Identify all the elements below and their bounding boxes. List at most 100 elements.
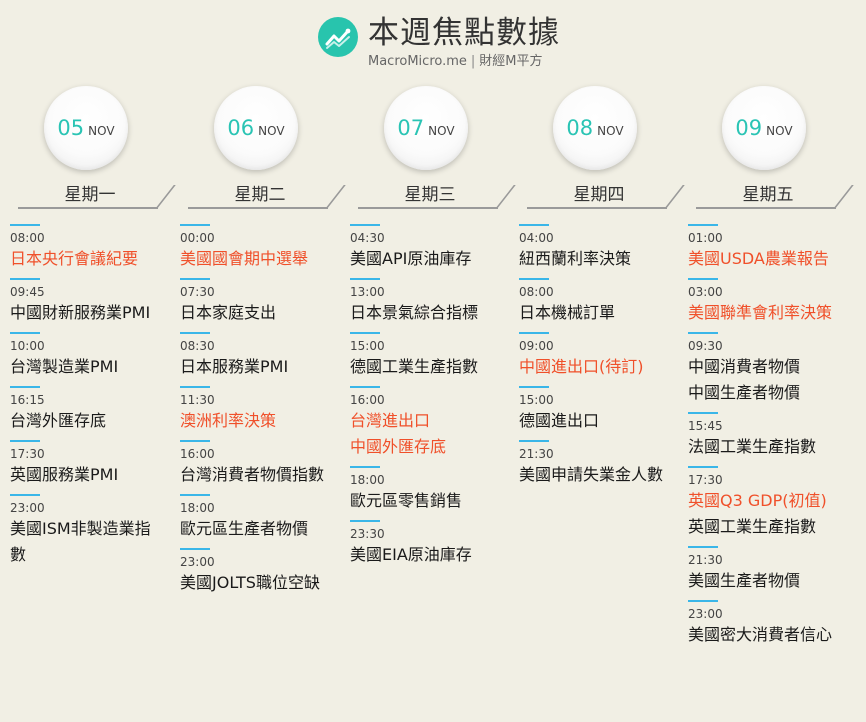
event-divider: [180, 386, 210, 388]
event-time: 01:00: [688, 231, 723, 245]
brand-subtitle: MacroMicro.me | 財經M平方: [368, 54, 543, 70]
event-time: 18:00: [180, 501, 215, 515]
event-name: 英國服務業PMI: [10, 462, 170, 488]
event-name: 澳洲利率決策: [180, 408, 340, 434]
event-name: 美國USDA農業報告: [688, 246, 848, 272]
event-list: 04:00 紐西蘭利率決策 08:00 日本機械訂單 09:00 中國進出口(待訂) 15:…: [519, 224, 679, 494]
event-name-line: 美國JOLTS職位空缺: [180, 573, 320, 592]
event-item: 15:00 德國進出口: [519, 386, 679, 434]
event-divider: [10, 332, 40, 334]
weekday-label: 星期五: [742, 185, 794, 205]
event-time: 03:00: [688, 285, 723, 299]
event-item: 08:00 日本機械訂單: [519, 278, 679, 326]
event-time: 21:30: [688, 553, 723, 567]
event-time: 09:00: [519, 339, 554, 353]
event-name: 美國API原油庫存: [350, 246, 510, 272]
weekday-header: 星期三: [350, 183, 516, 209]
event-divider: [519, 332, 549, 334]
brand-tagline: 財經M平方: [479, 54, 543, 69]
event-name-line: 中國生產者物價: [688, 383, 801, 402]
event-time: 08:30: [180, 339, 215, 353]
event-time: 16:15: [10, 393, 45, 407]
event-item: 23:00 美國ISM非製造業指數: [10, 494, 170, 568]
event-item: 16:00 台灣消費者物價指數: [180, 440, 340, 488]
event-item: 07:30 日本家庭支出: [180, 278, 340, 326]
event-divider: [350, 466, 380, 468]
header: 本週焦點數據 MacroMicro.me | 財經M平方: [0, 12, 866, 74]
event-name-line: 美國聯準會利率決策: [688, 303, 833, 322]
weekday-label: 星期二: [234, 185, 286, 205]
event-name-line: 中國進出口(待訂): [519, 357, 644, 376]
event-divider: [688, 466, 718, 468]
event-name: 中國財新服務業PMI: [10, 300, 170, 326]
event-time: 13:00: [350, 285, 385, 299]
brand-separator: |: [470, 54, 476, 69]
event-name-line: 澳洲利率決策: [180, 411, 277, 430]
event-name: 台灣進出口 中國外匯存底: [350, 408, 510, 460]
event-name: 美國JOLTS職位空缺: [180, 570, 340, 596]
event-name: 歐元區生產者物價: [180, 516, 340, 542]
event-name-line: 英國Q3 GDP(初值): [688, 491, 827, 510]
event-name: 日本服務業PMI: [180, 354, 340, 380]
event-name: 台灣製造業PMI: [10, 354, 170, 380]
event-divider: [350, 520, 380, 522]
event-name-line: 日本機械訂單: [519, 303, 616, 322]
event-name: 台灣外匯存底: [10, 408, 170, 434]
event-name: 日本機械訂單: [519, 300, 679, 326]
event-name-line: 英國服務業PMI: [10, 465, 119, 484]
weekday-header: 星期二: [180, 183, 346, 209]
event-divider: [10, 386, 40, 388]
event-divider: [10, 440, 40, 442]
event-divider: [519, 224, 549, 226]
weekly-calendar: 05 NOV 星期一 08:00 日本央行會議紀要 09:45 中國財新服務業PMI 10:0…: [0, 84, 866, 722]
event-divider: [688, 600, 718, 602]
event-name-line: 日本家庭支出: [180, 303, 277, 322]
event-name-line: 美國生產者物價: [688, 571, 801, 590]
event-time: 16:00: [180, 447, 215, 461]
event-name: 美國申請失業金人數: [519, 462, 679, 488]
event-name: 美國EIA原油庫存: [350, 542, 510, 568]
date-badge: 08 NOV: [553, 86, 637, 170]
event-name-line: 美國USDA農業報告: [688, 249, 829, 268]
event-name-line: 英國工業生產指數: [688, 517, 817, 536]
event-name: 法國工業生產指數: [688, 434, 848, 460]
event-divider: [519, 278, 549, 280]
event-time: 17:30: [688, 473, 723, 487]
event-name: 中國進出口(待訂): [519, 354, 679, 380]
event-divider: [180, 494, 210, 496]
event-name: 美國密大消費者信心: [688, 622, 848, 648]
day-column: 09 NOV 星期五 01:00 美國USDA農業報告 03:00 美國聯準會利率決策 09:…: [678, 84, 854, 722]
event-time: 15:45: [688, 419, 723, 433]
event-name-line: 中國消費者物價: [688, 357, 801, 376]
event-name: 美國ISM非製造業指數: [10, 516, 170, 568]
event-item: 23:00 美國密大消費者信心: [688, 600, 848, 648]
weekday-underline: [527, 207, 667, 209]
event-name: 日本家庭支出: [180, 300, 340, 326]
event-name-line: 台灣消費者物價指數: [180, 465, 325, 484]
date-month: NOV: [428, 124, 455, 138]
weekday-header: 星期四: [519, 183, 685, 209]
event-name-line: 歐元區零售銷售: [350, 491, 463, 510]
event-name-line: 美國密大消費者信心: [688, 625, 833, 644]
event-item: 08:00 日本央行會議紀要: [10, 224, 170, 272]
event-time: 07:30: [180, 285, 215, 299]
event-name-line: 紐西蘭利率決策: [519, 249, 632, 268]
event-item: 09:00 中國進出口(待訂): [519, 332, 679, 380]
weekday-header: 星期一: [10, 183, 176, 209]
event-item: 00:00 美國國會期中選舉: [180, 224, 340, 272]
page-title: 本週焦點數據: [368, 15, 560, 51]
date-number: 07: [397, 116, 425, 140]
event-divider: [10, 278, 40, 280]
event-time: 04:00: [519, 231, 554, 245]
event-divider: [180, 440, 210, 442]
event-divider: [180, 548, 210, 550]
event-time: 09:45: [10, 285, 45, 299]
weekday-underline: [188, 207, 328, 209]
event-name: 歐元區零售銷售: [350, 488, 510, 514]
date-number: 05: [57, 116, 85, 140]
event-time: 18:00: [350, 473, 385, 487]
event-name-line: 美國申請失業金人數: [519, 465, 664, 484]
event-time: 10:00: [10, 339, 45, 353]
day-column: 05 NOV 星期一 08:00 日本央行會議紀要 09:45 中國財新服務業PMI 10:0…: [0, 84, 176, 722]
date-month: NOV: [258, 124, 285, 138]
